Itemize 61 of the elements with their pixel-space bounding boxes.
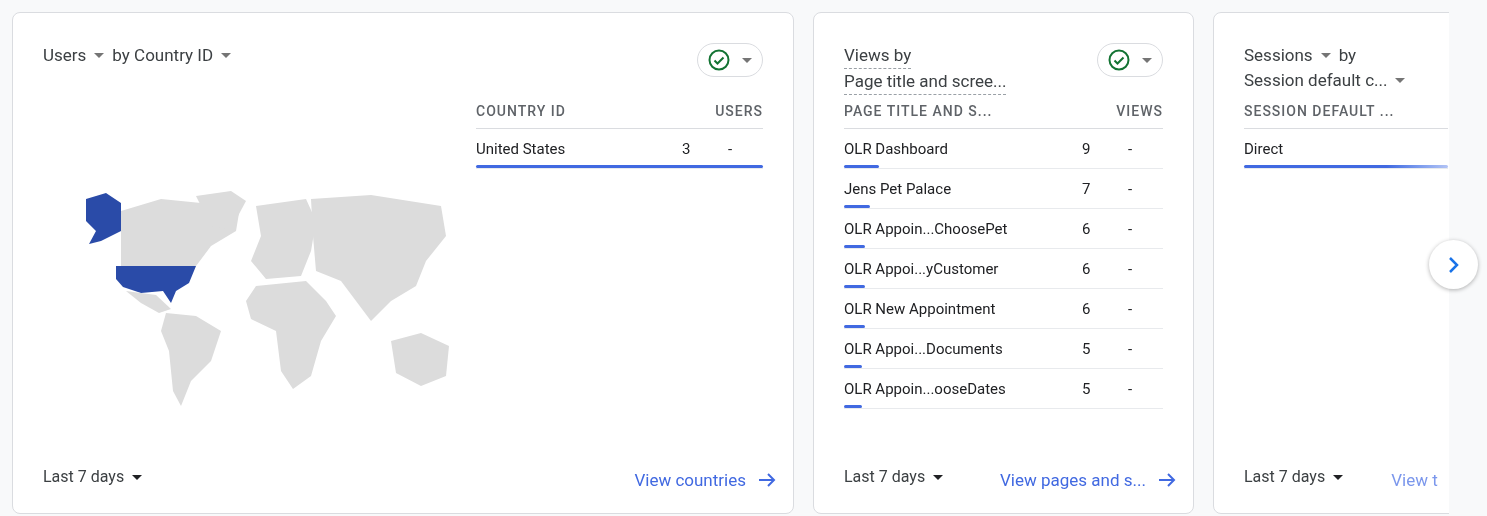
row-label: OLR Appoin...ooseDates <box>844 380 1007 398</box>
table-row[interactable]: OLR Appoin...ooseDates 5 - <box>844 369 1163 409</box>
row-value: 6 <box>1082 260 1092 278</box>
row-value: 7 <box>1082 180 1092 198</box>
table-row[interactable]: United States 3 - <box>476 129 763 169</box>
row-label: OLR Appoin...ChoosePet <box>844 220 1009 238</box>
row-label: OLR New Appointment <box>844 300 997 318</box>
card-title[interactable]: by <box>1338 43 1357 68</box>
caret-icon <box>1333 474 1344 480</box>
column-header: USERS <box>715 102 763 121</box>
row-label: Jens Pet Palace <box>844 180 953 198</box>
row-value: 5 <box>1082 380 1092 398</box>
table-row[interactable]: OLR Dashboard 9 - <box>844 129 1163 169</box>
column-header: PAGE TITLE AND S... <box>844 102 993 121</box>
card-title[interactable]: Sessions <box>1244 43 1313 68</box>
table-row[interactable]: OLR Appoi...yCustomer 6 - <box>844 249 1163 289</box>
card-title[interactable]: Views by <box>844 43 912 69</box>
row-change: - <box>728 140 734 158</box>
check-circle-icon <box>1108 49 1130 71</box>
caret-icon <box>742 57 752 63</box>
comparison-button[interactable] <box>1097 43 1163 77</box>
column-header: VIEWS <box>1116 102 1163 121</box>
row-value: 9 <box>1082 140 1092 158</box>
card-title[interactable]: by Country ID <box>112 43 214 68</box>
card-title[interactable]: Page title and scree... <box>844 69 1007 95</box>
table-row[interactable]: Direct <box>1244 129 1448 169</box>
date-range-dropdown[interactable]: Last 7 days <box>844 465 944 490</box>
date-range-dropdown[interactable]: Last 7 days <box>43 465 143 490</box>
view-link[interactable]: View pages and s... <box>1000 461 1176 493</box>
chevron-right-icon <box>1447 255 1460 274</box>
row-value: 6 <box>1082 220 1092 238</box>
row-change: - <box>1128 340 1134 358</box>
check-circle-icon <box>708 49 730 71</box>
caret-icon <box>933 474 944 480</box>
row-change: - <box>1128 300 1134 318</box>
view-link[interactable]: View countries <box>634 461 776 493</box>
row-label: OLR Appoi...Documents <box>844 340 1004 358</box>
row-change: - <box>1128 180 1134 198</box>
row-label: Direct <box>1244 140 1285 158</box>
comparison-button[interactable] <box>697 43 763 77</box>
table-row[interactable]: OLR Appoi...Documents 5 - <box>844 329 1163 369</box>
table-row[interactable]: Jens Pet Palace 7 - <box>844 169 1163 209</box>
table-row[interactable]: OLR New Appointment 6 - <box>844 289 1163 329</box>
row-value: 3 <box>682 140 692 158</box>
row-change: - <box>1128 380 1134 398</box>
table-row[interactable]: OLR Appoin...ChoosePet 6 - <box>844 209 1163 249</box>
column-header: COUNTRY ID <box>476 102 566 121</box>
row-change: - <box>1128 220 1134 238</box>
row-change: - <box>1128 140 1134 158</box>
row-label: OLR Dashboard <box>844 140 949 158</box>
caret-icon <box>1142 57 1152 63</box>
date-range-dropdown[interactable]: Last 7 days <box>1244 465 1344 490</box>
row-label: United States <box>476 140 567 158</box>
row-value: 6 <box>1082 300 1092 318</box>
row-value: 5 <box>1082 340 1092 358</box>
card-title[interactable]: Users <box>43 43 87 68</box>
column-header: SESSION DEFAULT ... <box>1244 102 1395 121</box>
card-title[interactable]: Session default c... <box>1244 68 1388 93</box>
row-change: - <box>1128 260 1134 278</box>
row-label: OLR Appoi...yCustomer <box>844 260 1000 278</box>
caret-icon <box>132 474 143 480</box>
